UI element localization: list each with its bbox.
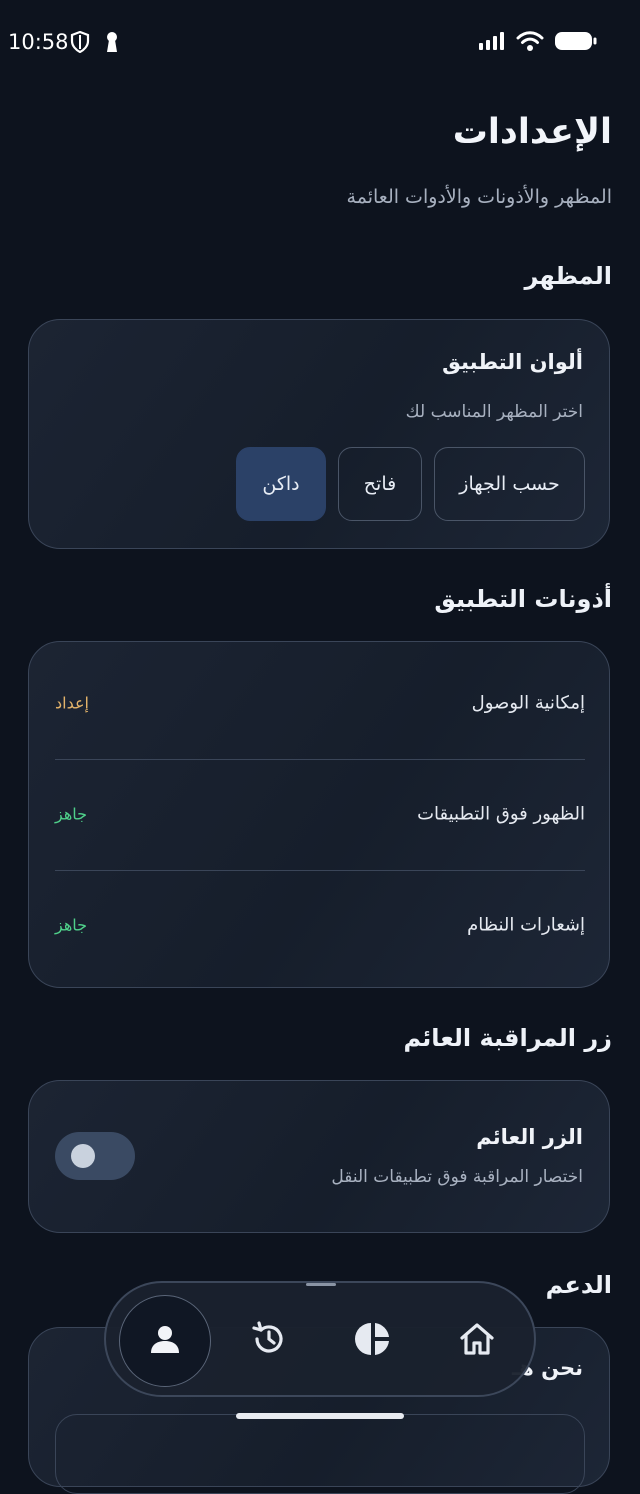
signal-icon: [478, 31, 506, 55]
card-subtitle: اختصار المراقبة فوق تطبيقات النقل: [331, 1167, 583, 1187]
permission-label: الظهور فوق التطبيقات: [417, 803, 585, 825]
shield-icon: [70, 30, 90, 57]
section-title-support: الدعم: [545, 1271, 612, 1299]
page-subtitle: المظهر والأذونات والأدوات العائمة: [346, 186, 612, 208]
home-icon: [458, 1320, 496, 1362]
status-bar: 10:58: [0, 0, 640, 84]
toggle-knob: [71, 1144, 95, 1168]
profile-icon: [148, 1322, 182, 1360]
home-indicator[interactable]: [236, 1413, 404, 1419]
card-title: ألوان التطبيق: [442, 350, 583, 374]
nav-history[interactable]: [223, 1295, 315, 1387]
nav-statistics[interactable]: [327, 1295, 419, 1387]
history-icon: [250, 1320, 288, 1362]
nav-home[interactable]: [431, 1295, 523, 1387]
page-title: الإعدادات: [452, 112, 612, 152]
status-time: 10:58: [8, 30, 69, 54]
permission-status[interactable]: إعداد: [55, 694, 89, 713]
support-item[interactable]: [55, 1414, 585, 1494]
permission-row-notifications[interactable]: إشعارات النظام جاهز: [55, 870, 585, 980]
pie-chart-icon: [354, 1320, 392, 1362]
section-title-appearance: المظهر: [524, 262, 612, 290]
permissions-card: إمكانية الوصول إعداد الظهور فوق التطبيقا…: [28, 641, 610, 988]
floating-button-card: الزر العائم اختصار المراقبة فوق تطبيقات …: [28, 1080, 610, 1233]
card-subtitle: اختر المظهر المناسب لك: [405, 402, 583, 422]
nav-profile[interactable]: [119, 1295, 211, 1387]
permission-status: جاهز: [55, 915, 88, 935]
theme-option-system[interactable]: حسب الجهاز: [434, 447, 585, 521]
nav-drag-handle[interactable]: [306, 1283, 336, 1286]
app-colors-card: ألوان التطبيق اختر المظهر المناسب لك حسب…: [28, 319, 610, 549]
floating-button-toggle[interactable]: [55, 1132, 135, 1180]
permission-row-overlay[interactable]: الظهور فوق التطبيقات جاهز: [55, 759, 585, 869]
bottom-navigation: [104, 1281, 536, 1397]
permission-row-accessibility[interactable]: إمكانية الوصول إعداد: [55, 648, 585, 758]
wifi-icon: [516, 30, 544, 56]
theme-option-dark[interactable]: داكن: [236, 447, 326, 521]
theme-option-light[interactable]: فاتح: [338, 447, 422, 521]
keyhole-icon: [104, 30, 120, 58]
battery-icon: [554, 30, 598, 56]
section-title-floating: زر المراقبة العائم: [403, 1024, 612, 1052]
permission-status: جاهز: [55, 804, 88, 824]
section-title-permissions: أذونات التطبيق: [434, 585, 612, 613]
permission-label: إشعارات النظام: [467, 914, 585, 936]
permission-label: إمكانية الوصول: [471, 692, 585, 714]
card-title: الزر العائم: [476, 1125, 583, 1149]
